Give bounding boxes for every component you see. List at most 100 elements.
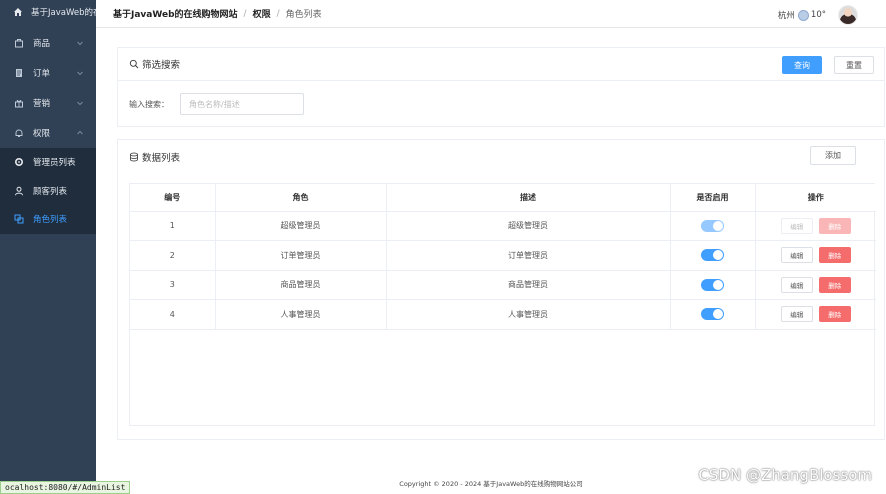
search-input[interactable] [180, 93, 304, 115]
sidebar-item-label: 角色列表 [33, 215, 68, 226]
column-header: 是否启用 [670, 184, 756, 212]
column-header: 编号 [130, 184, 216, 212]
add-button[interactable]: 添加 [810, 146, 856, 165]
cell-actions: 编辑 删除 [755, 270, 876, 300]
table-row: 4 人事管理员 人事管理员 编辑 删除 [130, 299, 876, 330]
watermark: CSDN @ZhangBlossom [698, 466, 872, 484]
edit-button[interactable]: 编辑 [780, 247, 813, 264]
column-header: 操作 [755, 184, 876, 212]
sidebar-item-label: 营销 [33, 99, 51, 109]
sidebar: 基于JavaWeb的在 商品 订单 营销 权限 管理员列表 顾客列表 角色列表 … [0, 0, 131, 494]
list-header: 数据列表 [118, 140, 884, 174]
cell-enabled [670, 240, 756, 271]
cell-enabled [670, 299, 756, 330]
sidebar-item-label: 商品 [33, 39, 51, 49]
cell-id: 2 [130, 240, 216, 271]
sidebar-item-label: 订单 [33, 69, 51, 79]
sidebar-item-label: 权限 [33, 129, 51, 139]
filter-title: 筛选搜索 [142, 60, 181, 71]
breadcrumb: 基于JavaWeb的在线购物网站 / 权限 / 角色列表 [113, 7, 322, 21]
gift-icon [13, 97, 25, 109]
cell-role: 商品管理员 [215, 270, 387, 300]
sidebar-title: 基于JavaWeb的在 [31, 8, 96, 18]
avatar[interactable] [838, 5, 858, 25]
cell-role: 人事管理员 [215, 299, 387, 330]
cell-id: 3 [130, 270, 216, 300]
shop-icon [13, 37, 25, 49]
cloud-icon [797, 9, 809, 21]
delete-button[interactable]: 删除 [818, 306, 851, 323]
table-row: 2 订单管理员 订单管理员 编辑 删除 [130, 240, 876, 271]
table-row: 3 商品管理员 商品管理员 编辑 删除 [130, 270, 876, 300]
breadcrumb-separator: / [243, 8, 247, 19]
column-header: 描述 [386, 184, 671, 212]
role-icon [13, 213, 25, 225]
table-row: 1 超级管理员 超级管理员 编辑 删除 [130, 211, 876, 241]
cell-enabled [670, 270, 756, 300]
cell-role: 订单管理员 [215, 240, 387, 271]
sidebar-item-admin-list[interactable]: 管理员列表 [0, 148, 96, 177]
search-row: 输入搜索： [129, 93, 304, 115]
edit-button[interactable]: 编辑 [780, 306, 813, 323]
column-header: 角色 [215, 184, 387, 212]
sidebar-item-label: 顾客列表 [33, 186, 68, 197]
edit-button[interactable]: 编辑 [780, 217, 813, 234]
sidebar-home[interactable]: 基于JavaWeb的在 [0, 0, 96, 24]
delete-button[interactable]: 删除 [818, 276, 851, 293]
chevron-up-icon [77, 130, 83, 135]
sidebar-item-label: 管理员列表 [33, 158, 76, 169]
search-icon [129, 59, 139, 69]
home-icon [13, 6, 23, 18]
role-table: 编号 角色 描述 是否启用 操作 1 超级管理员 超级管理员 编辑 删除 2 订单管理员 订单… [129, 183, 876, 426]
delete-button[interactable]: 删除 [818, 217, 851, 234]
breadcrumb-separator: / [276, 8, 280, 19]
settings-icon [13, 156, 25, 168]
table-header-row: 编号 角色 描述 是否启用 操作 [130, 184, 876, 212]
cell-enabled [670, 211, 756, 241]
bell-icon [13, 127, 25, 139]
enabled-switch[interactable] [701, 219, 724, 232]
sidebar-item-marketing[interactable]: 营销 [0, 88, 96, 118]
filter-panel: 筛选搜索 查询 重置 输入搜索： [117, 47, 885, 127]
breadcrumb-current: 角色列表 [285, 10, 322, 20]
weather-temp: 10° [810, 10, 826, 20]
sidebar-item-role-list[interactable]: 角色列表 [0, 205, 96, 234]
breadcrumb-home[interactable]: 基于JavaWeb的在线购物网站 [113, 7, 238, 20]
sidebar-item-customer-list[interactable]: 顾客列表 [0, 177, 96, 206]
chevron-down-icon [77, 101, 83, 106]
chevron-down-icon [77, 71, 83, 76]
cell-role: 超级管理员 [215, 211, 387, 241]
cell-actions: 编辑 删除 [755, 299, 876, 330]
list-panel: 数据列表 添加 编号 角色 描述 是否启用 操作 1 超级管理员 超级管理员 编辑 删除… [117, 139, 885, 440]
submenu-permission: 管理员列表 顾客列表 角色列表 [0, 148, 96, 234]
cell-desc: 人事管理员 [386, 299, 671, 330]
edit-button[interactable]: 编辑 [780, 276, 813, 293]
weather-city: 杭州 [777, 11, 795, 21]
cell-actions: 编辑 删除 [755, 211, 876, 241]
enabled-switch[interactable] [701, 308, 724, 321]
query-button[interactable]: 查询 [782, 56, 822, 74]
cell-id: 1 [130, 211, 216, 241]
top-header: 基于JavaWeb的在线购物网站 / 权限 / 角色列表 杭州 10° [96, 0, 886, 28]
cell-desc: 订单管理员 [386, 240, 671, 271]
list-title: 数据列表 [142, 153, 181, 164]
cell-desc: 超级管理员 [386, 211, 671, 241]
enabled-switch[interactable] [701, 249, 724, 262]
order-icon [13, 67, 25, 79]
search-label: 输入搜索： [129, 99, 169, 109]
sidebar-item-permission[interactable]: 权限 [0, 118, 96, 148]
user-icon [13, 185, 25, 197]
chevron-down-icon [77, 41, 83, 46]
breadcrumb-permission[interactable]: 权限 [253, 7, 271, 20]
enabled-switch[interactable] [701, 278, 724, 291]
sidebar-item-orders[interactable]: 订单 [0, 58, 96, 88]
cell-actions: 编辑 删除 [755, 240, 876, 271]
cell-desc: 商品管理员 [386, 270, 671, 300]
filter-header: 筛选搜索 [118, 48, 884, 81]
reset-button[interactable]: 重置 [834, 56, 874, 74]
header-right: 杭州 10° [778, 5, 858, 25]
cell-id: 4 [130, 299, 216, 330]
database-icon [130, 152, 138, 162]
delete-button[interactable]: 删除 [818, 247, 851, 264]
sidebar-item-goods[interactable]: 商品 [0, 28, 96, 58]
